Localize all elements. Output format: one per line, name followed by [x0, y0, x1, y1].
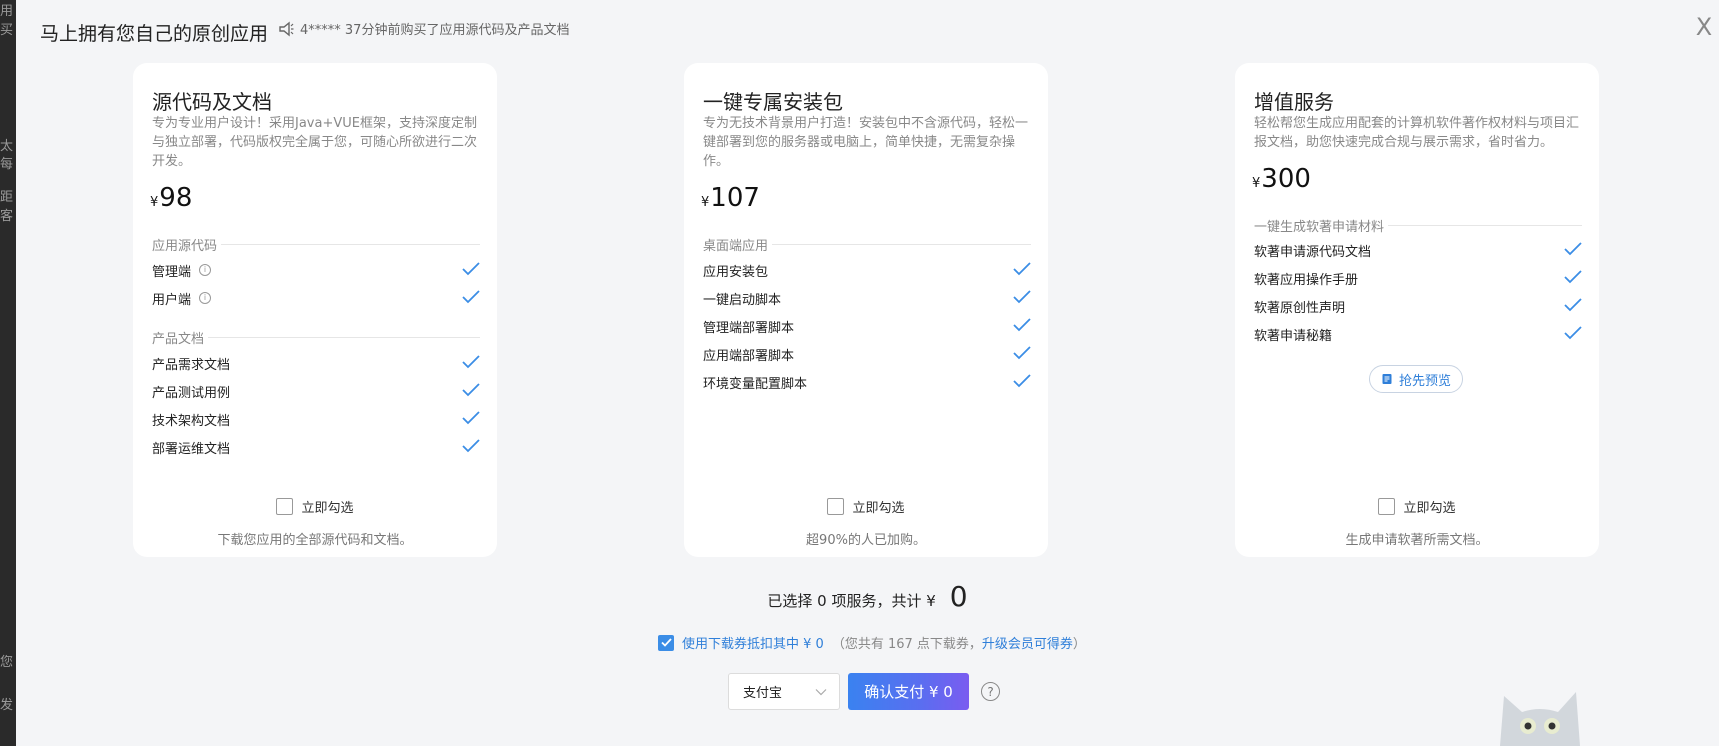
- payment-method-select[interactable]: 支付宝: [728, 673, 840, 710]
- currency-symbol: ¥: [701, 195, 710, 210]
- feature-item: 软著申请秘籍: [1254, 324, 1582, 344]
- check-icon: [1564, 270, 1582, 284]
- upgrade-link[interactable]: 升级会员可得券: [982, 637, 1073, 652]
- modal-title: 马上拥有您自己的原创应用: [40, 23, 269, 45]
- card-title: 增值服务: [1254, 90, 1334, 114]
- card-price: ¥107: [701, 183, 760, 213]
- payment-method-value[interactable]: 支付宝: [743, 682, 782, 701]
- select-option[interactable]: 立即勾选: [133, 497, 497, 516]
- select-checkbox[interactable]: [1378, 498, 1396, 515]
- check-icon: [462, 411, 480, 425]
- card-title: 源代码及文档: [152, 90, 272, 114]
- card-description: 轻松帮您生成应用配套的计算机软件著作权材料与项目汇报文档，助您快速完成合规与展示…: [1254, 116, 1580, 150]
- check-icon: [660, 638, 672, 647]
- section-heading: 产品文档: [152, 328, 480, 347]
- background-text: 距: [0, 190, 14, 205]
- background-text: 用买: [0, 4, 14, 38]
- card-price: ¥300: [1252, 164, 1311, 194]
- background-text: 您: [0, 655, 14, 670]
- price-value: 300: [1261, 164, 1311, 194]
- value-added-card: 增值服务 轻松帮您生成应用配套的计算机软件著作权材料与项目汇报文档，助您快速完成…: [1235, 63, 1599, 557]
- summary-text: 已选择 0 项服务，共计 ¥: [767, 592, 936, 610]
- feature-item: 软著原创性声明: [1254, 296, 1582, 316]
- card-price: ¥98: [150, 183, 192, 213]
- feature-item: 应用端部署脚本: [703, 344, 1031, 364]
- check-icon: [462, 383, 480, 397]
- feature-item: 一键启动脚本: [703, 288, 1031, 308]
- select-label[interactable]: 立即勾选: [301, 497, 353, 516]
- price-value: 107: [710, 183, 760, 213]
- feature-item: 应用安装包: [703, 260, 1031, 280]
- check-icon: [1564, 326, 1582, 340]
- coupon-note: （您共有 167 点下载券，升级会员可得券）: [831, 637, 1086, 652]
- select-option[interactable]: 立即勾选: [1235, 497, 1599, 516]
- coupon-checkbox[interactable]: [658, 634, 674, 651]
- section-heading: 桌面端应用: [703, 235, 1031, 254]
- chevron-down-icon: [815, 688, 827, 695]
- currency-symbol: ¥: [1252, 176, 1261, 191]
- feature-item: 软著应用操作手册: [1254, 268, 1582, 288]
- check-icon: [462, 290, 480, 304]
- check-icon: [462, 355, 480, 369]
- coupon-label[interactable]: 使用下载券抵扣其中 ¥ 0: [682, 633, 824, 652]
- purchase-notice: 4***** 37分钟前购买了应用源代码及产品文档: [278, 19, 569, 38]
- payment-row: 支付宝 确认支付 ¥ 0 ?: [728, 673, 1000, 710]
- close-icon[interactable]: X: [1691, 14, 1717, 40]
- feature-item: 产品需求文档: [152, 353, 480, 373]
- feature-item: 软著申请源代码文档: [1254, 240, 1582, 260]
- select-checkbox[interactable]: [276, 498, 294, 515]
- feature-item: 用户端 i: [152, 288, 480, 308]
- feature-item: 管理端 i: [152, 260, 480, 280]
- select-checkbox[interactable]: [827, 498, 845, 515]
- section-heading: 应用源代码: [152, 235, 480, 254]
- select-option[interactable]: 立即勾选: [684, 497, 1048, 516]
- megaphone-icon: [279, 21, 294, 36]
- background-text: 太: [0, 139, 14, 154]
- feature-item: 技术架构文档: [152, 409, 480, 429]
- card-footer: 下载您应用的全部源代码和文档。: [217, 533, 413, 548]
- card-footer: 超90%的人已加购。: [806, 533, 926, 548]
- feature-item: 管理端部署脚本: [703, 316, 1031, 336]
- order-summary: 已选择 0 项服务，共计 ¥ 0: [16, 580, 1719, 613]
- help-icon[interactable]: ?: [981, 682, 1000, 701]
- background-text: 发: [0, 698, 14, 713]
- check-icon: [1013, 262, 1031, 276]
- select-label[interactable]: 立即勾选: [852, 497, 904, 516]
- check-icon: [1564, 242, 1582, 256]
- check-icon: [1564, 298, 1582, 312]
- check-icon: [1013, 346, 1031, 360]
- purchase-modal: 马上拥有您自己的原创应用 4***** 37分钟前购买了应用源代码及产品文档 X…: [16, 0, 1719, 746]
- info-icon[interactable]: i: [199, 264, 212, 276]
- check-icon: [1013, 290, 1031, 304]
- check-icon: [462, 439, 480, 453]
- background-text: 每: [0, 157, 14, 172]
- price-value: 98: [159, 183, 193, 213]
- feature-item: 部署运维文档: [152, 437, 480, 457]
- cat-mascot-icon: [1500, 692, 1580, 746]
- summary-total: 0: [949, 580, 968, 613]
- preview-label[interactable]: 抢先预览: [1399, 370, 1451, 389]
- document-icon: [1382, 374, 1392, 384]
- section-heading: 一键生成软著申请材料: [1254, 216, 1582, 235]
- card-description: 专为无技术背景用户打造！安装包中不含源代码，轻松一键部署到您的服务器或电脑上，简…: [703, 116, 1029, 169]
- check-icon: [1013, 374, 1031, 388]
- coupon-option[interactable]: 使用下载券抵扣其中 ¥ 0 （您共有 167 点下载券，升级会员可得券）: [658, 633, 1086, 652]
- background-text: 客: [0, 209, 14, 224]
- card-title: 一键专属安装包: [703, 90, 843, 114]
- info-icon[interactable]: i: [199, 292, 212, 304]
- confirm-pay-button[interactable]: 确认支付 ¥ 0: [848, 673, 969, 710]
- check-icon: [1013, 318, 1031, 332]
- background-page-edge: 用买 太 每 距 客 您 发: [0, 0, 16, 746]
- card-footer: 生成申请软著所需文档。: [1345, 533, 1489, 548]
- source-code-card: 源代码及文档 专为专业用户设计！采用Java+VUE框架，支持深度定制与独立部署…: [133, 63, 497, 557]
- feature-item: 产品测试用例: [152, 381, 480, 401]
- card-description: 专为专业用户设计！采用Java+VUE框架，支持深度定制与独立部署，代码版权完全…: [152, 116, 478, 169]
- preview-button[interactable]: 抢先预览: [1369, 365, 1463, 393]
- feature-item: 环境变量配置脚本: [703, 372, 1031, 392]
- install-package-card: 一键专属安装包 专为无技术背景用户打造！安装包中不含源代码，轻松一键部署到您的服…: [684, 63, 1048, 557]
- notice-text: 4***** 37分钟前购买了应用源代码及产品文档: [300, 23, 570, 38]
- check-icon: [462, 262, 480, 276]
- select-label[interactable]: 立即勾选: [1403, 497, 1455, 516]
- currency-symbol: ¥: [150, 195, 159, 210]
